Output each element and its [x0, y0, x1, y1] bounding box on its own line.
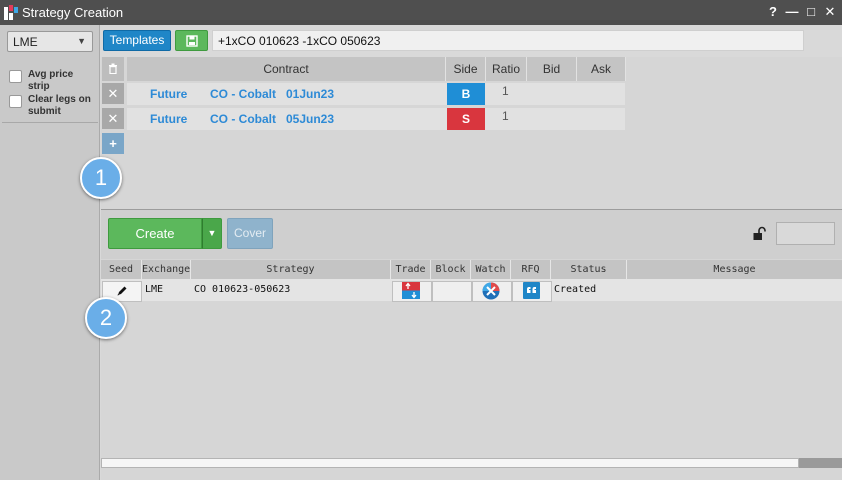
block-button[interactable]	[432, 281, 472, 302]
exchange-select[interactable]: LME ▼	[7, 31, 93, 52]
orders-header-seed[interactable]: Seed	[101, 260, 142, 279]
leg-date: 01Jun23	[286, 87, 335, 101]
leg-contract: CO - Cobalt	[210, 87, 276, 101]
save-button[interactable]	[175, 30, 208, 51]
legs-header-side[interactable]: Side	[446, 57, 486, 81]
leg-date: 05Jun23	[286, 112, 335, 126]
create-button[interactable]: Create	[108, 218, 202, 249]
leg-side-sell[interactable]: S	[447, 108, 485, 130]
close-icon[interactable]: ✕	[822, 3, 838, 21]
trade-button[interactable]	[392, 281, 432, 302]
orders-header-block[interactable]: Block	[431, 260, 471, 279]
orders-header-exchange[interactable]: Exchange	[142, 260, 191, 279]
exchange-select-value: LME	[13, 35, 38, 49]
step-badge-2: 2	[85, 297, 127, 339]
leg-instrument-type: Future	[150, 87, 188, 101]
orders-header-strategy[interactable]: Strategy	[191, 260, 391, 279]
templates-button[interactable]: Templates	[103, 30, 171, 51]
leg-contract: CO - Cobalt	[210, 112, 276, 126]
clear-legs-checkbox[interactable]	[9, 95, 22, 108]
pencil-icon	[117, 286, 127, 296]
legs-header-bid[interactable]: Bid	[527, 57, 577, 81]
caret-down-icon: ▼	[207, 228, 217, 238]
avg-price-strip-checkbox[interactable]	[9, 70, 22, 83]
leg-ratio[interactable]: 1	[502, 84, 509, 98]
step-badge-1: 1	[80, 157, 122, 199]
app-logo-icon	[4, 5, 18, 20]
strategy-expression-field[interactable]: +1xCO 010623 -1xCO 050623	[212, 30, 804, 51]
help-icon[interactable]: ?	[765, 3, 781, 21]
remove-leg-button[interactable]: ✕	[102, 108, 124, 129]
scrollbar-track[interactable]	[799, 458, 842, 468]
orders-header-rfq[interactable]: RFQ	[511, 260, 551, 279]
sidebar-divider	[2, 122, 98, 123]
orders-header-message[interactable]: Message	[627, 260, 842, 279]
leg-ratio[interactable]: 1	[502, 109, 509, 123]
orders-header-watch[interactable]: Watch	[471, 260, 511, 279]
remove-leg-button[interactable]: ✕	[102, 83, 124, 104]
clear-legs-label: Clear legs on submit	[28, 94, 91, 117]
leg-row[interactable]	[127, 108, 625, 130]
cover-button[interactable]: Cover	[227, 218, 273, 249]
delete-all-legs-button[interactable]	[102, 57, 124, 81]
quote-icon	[523, 282, 540, 299]
leg-instrument-type: Future	[150, 112, 188, 126]
order-status: Created	[554, 284, 597, 295]
window-title-bar: Strategy Creation ? — □ ✕	[0, 0, 842, 25]
add-leg-button[interactable]: +	[102, 133, 124, 154]
legs-header-contract[interactable]: Contract	[127, 57, 446, 81]
chevron-down-icon: ▼	[77, 36, 86, 46]
create-options-dropdown[interactable]: ▼	[202, 218, 222, 249]
scrollbar-thumb[interactable]	[101, 458, 799, 468]
watch-icon	[482, 282, 500, 300]
save-icon	[186, 35, 198, 47]
rfq-button[interactable]	[512, 281, 552, 302]
minimize-icon[interactable]: —	[784, 3, 800, 21]
maximize-icon[interactable]: □	[803, 3, 819, 21]
unlocked-icon[interactable]	[752, 226, 768, 242]
order-strategy: CO 010623-050623	[194, 284, 291, 295]
quantity-input[interactable]	[776, 222, 835, 245]
window-title: Strategy Creation	[22, 5, 124, 20]
legs-header-ratio[interactable]: Ratio	[486, 57, 527, 81]
orders-header-trade[interactable]: Trade	[391, 260, 431, 279]
watch-button[interactable]	[472, 281, 512, 302]
leg-side-buy[interactable]: B	[447, 83, 485, 105]
orders-header-status[interactable]: Status	[551, 260, 627, 279]
trash-icon	[109, 63, 117, 75]
order-exchange: LME	[145, 284, 164, 295]
leg-row[interactable]	[127, 83, 625, 105]
trade-icon	[402, 282, 420, 299]
avg-price-strip-label: Avg price strip	[28, 69, 74, 92]
legs-header-ask[interactable]: Ask	[577, 57, 626, 81]
